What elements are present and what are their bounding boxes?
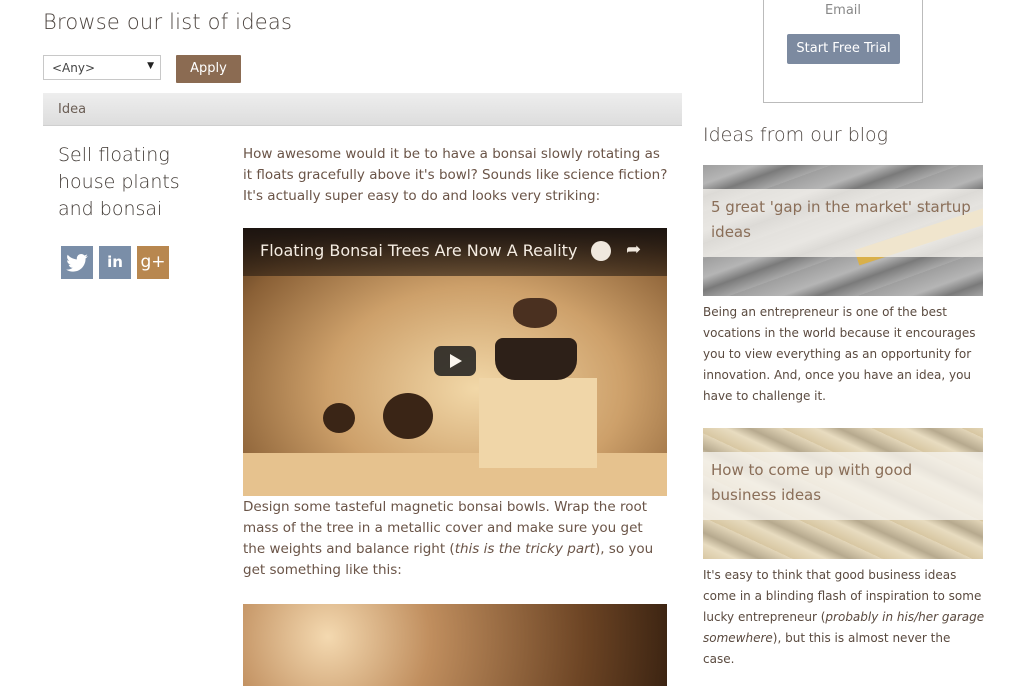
column-header-idea: Idea bbox=[43, 93, 682, 126]
magnetic-bowl bbox=[495, 338, 577, 380]
blog-post-title[interactable]: How to come up with good business ideas bbox=[703, 452, 983, 520]
video-pedestal bbox=[479, 378, 597, 468]
play-button[interactable] bbox=[434, 346, 476, 376]
linkedin-share-button[interactable]: in bbox=[99, 246, 131, 279]
blog-heading: Ideas from our blog bbox=[703, 124, 889, 146]
bonsai-pot bbox=[323, 403, 355, 433]
idea-intro-text: How awesome would it be to have a bonsai… bbox=[243, 146, 668, 204]
video-backdrop bbox=[243, 453, 667, 496]
description-emphasis: this is the tricky part bbox=[454, 541, 595, 557]
blog-post-title[interactable]: 5 great 'gap in the market' startup idea… bbox=[703, 189, 983, 257]
blog-post-image[interactable]: 5 great 'gap in the market' startup idea… bbox=[703, 165, 983, 296]
apply-button[interactable]: Apply bbox=[176, 55, 241, 83]
watch-later-icon[interactable] bbox=[591, 241, 611, 261]
start-free-trial-button[interactable]: Start Free Trial bbox=[787, 34, 900, 64]
video-player[interactable]: Floating Bonsai Trees Are Now A Reality … bbox=[243, 228, 667, 496]
share-icon[interactable]: ➦ bbox=[626, 239, 641, 260]
google-plus-icon: g+ bbox=[140, 252, 166, 272]
linkedin-icon: in bbox=[107, 253, 123, 271]
twitter-share-button[interactable] bbox=[61, 246, 93, 279]
trial-signup-box: Email Start Free Trial bbox=[763, 0, 923, 103]
dropdown-arrow-icon: ▼ bbox=[147, 61, 154, 71]
idea-title[interactable]: Sell floating house plants and bonsai bbox=[58, 142, 208, 223]
bonsai-photo bbox=[243, 604, 667, 686]
google-plus-share-button[interactable]: g+ bbox=[137, 246, 169, 279]
page-title: Browse our list of ideas bbox=[43, 10, 293, 34]
twitter-icon bbox=[66, 254, 88, 272]
idea-description-text: Design some tasteful magnetic bonsai bow… bbox=[243, 497, 668, 581]
idea-category-select[interactable]: <Any> ▼ bbox=[43, 55, 161, 80]
email-label: Email bbox=[824, 3, 862, 18]
floating-bonsai bbox=[513, 298, 557, 328]
column-header-label: Idea bbox=[58, 102, 87, 117]
blog-post-excerpt: Being an entrepreneur is one of the best… bbox=[703, 305, 976, 403]
blog-post-excerpt: It's easy to think that good business id… bbox=[703, 565, 985, 670]
bonsai-pot bbox=[383, 393, 433, 439]
select-value: <Any> bbox=[52, 61, 96, 75]
video-title[interactable]: Floating Bonsai Trees Are Now A Reality bbox=[260, 241, 577, 260]
blog-post-image[interactable]: How to come up with good business ideas bbox=[703, 428, 983, 559]
